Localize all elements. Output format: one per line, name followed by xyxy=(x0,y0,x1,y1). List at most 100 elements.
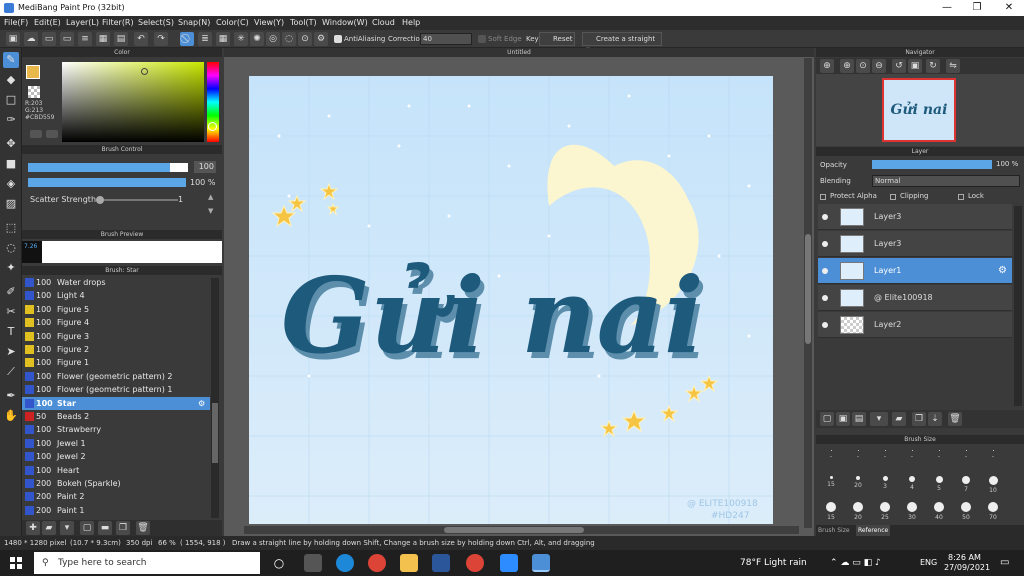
brush-size-value[interactable]: 100 xyxy=(194,161,216,173)
brush-opacity-slider[interactable] xyxy=(28,178,186,187)
brush-list-item[interactable]: 100 Water drops xyxy=(22,276,210,289)
operation-tool-icon[interactable]: ➤ xyxy=(3,344,19,360)
scatter-handle[interactable] xyxy=(96,196,104,204)
layer-opacity-slider[interactable] xyxy=(872,160,992,169)
language-indicator[interactable]: ENG xyxy=(920,550,937,576)
brush-size-cell[interactable]: 7 xyxy=(953,472,979,496)
add-layer-menu-icon[interactable]: ▾ xyxy=(870,412,888,426)
brush-size-cell[interactable]: - xyxy=(980,446,1006,470)
lock-checkbox[interactable] xyxy=(958,194,964,200)
hand-tool-icon[interactable]: ✋ xyxy=(3,408,19,424)
notification-icon[interactable]: ▭ xyxy=(1000,550,1009,576)
delete-layer-icon[interactable]: 🗑 xyxy=(948,412,962,426)
brush-size-cell[interactable]: 30 xyxy=(899,498,925,522)
color-eyedrop-icon[interactable] xyxy=(46,130,58,138)
scroll-up-icon[interactable]: ▲ xyxy=(208,193,213,201)
brush-size-slider[interactable] xyxy=(28,163,188,172)
brush-list-scrollbar[interactable] xyxy=(211,278,219,518)
magic-wand-icon[interactable]: ✦ xyxy=(3,260,19,276)
new-halftone-layer-icon[interactable]: ▣ xyxy=(836,412,850,426)
layer-settings-gear-icon[interactable]: ⚙ xyxy=(998,258,1007,284)
undo-icon[interactable]: ↶ xyxy=(134,32,148,46)
color-sv-picker[interactable] xyxy=(62,62,204,142)
windows-start-icon[interactable] xyxy=(10,557,22,569)
protect-alpha-checkbox[interactable] xyxy=(820,194,826,200)
brush-list-item[interactable]: 200 Bokeh (Sparkle) xyxy=(22,477,210,490)
layer-row[interactable]: Layer3 xyxy=(818,204,1012,230)
comment-icon[interactable]: ▭ xyxy=(42,32,56,46)
close-button[interactable]: ✕ xyxy=(994,0,1024,16)
edge-icon[interactable] xyxy=(336,554,354,572)
layer-merge-icon[interactable]: ⇣ xyxy=(928,412,942,426)
layer-row[interactable]: Layer3 xyxy=(818,231,1012,257)
maximize-button[interactable]: ❐ xyxy=(962,0,992,16)
layer-visibility-icon[interactable] xyxy=(822,268,828,274)
brush-list-item[interactable]: 100 Jewel 2 xyxy=(22,450,210,463)
brush-size-cell[interactable]: 20 xyxy=(845,472,871,496)
menu-cloud[interactable]: Cloud xyxy=(372,16,395,30)
blending-select[interactable]: Normal xyxy=(872,175,1020,187)
menu-file[interactable]: File(F) xyxy=(4,16,28,30)
move-tool-icon[interactable]: ✥ xyxy=(3,136,19,152)
correction-select[interactable]: 40 xyxy=(420,33,472,45)
select-eraser-icon[interactable]: ✂ xyxy=(3,304,19,320)
menu-help[interactable]: Help xyxy=(402,16,420,30)
chrome-profile-icon[interactable] xyxy=(466,554,484,572)
brush-size-cell[interactable]: 40 xyxy=(926,498,952,522)
brush-tool-icon[interactable]: ✎ xyxy=(3,52,19,68)
brush-list-item[interactable]: 200 Paint 2 xyxy=(22,490,210,503)
bucket-tool-icon[interactable]: ◈ xyxy=(3,176,19,192)
layer-row[interactable]: Layer2 xyxy=(818,312,1012,338)
drawing-canvas[interactable]: Gửi nai Gửi nai @ ELITE100918 #HD247 xyxy=(249,76,773,524)
delete-brush-icon[interactable]: 🗑 xyxy=(136,521,150,535)
brush-list-item[interactable]: 100 Heart xyxy=(22,464,210,477)
layer-row[interactable]: Layer1 ⚙ xyxy=(818,258,1012,284)
pen-tool-icon[interactable]: ✑ xyxy=(3,112,19,128)
save-icon[interactable]: ▤ xyxy=(114,32,128,46)
grid-icon[interactable]: ▦ xyxy=(96,32,110,46)
menu-view[interactable]: View(Y) xyxy=(254,16,284,30)
brush-size-cell[interactable]: 15 xyxy=(818,472,844,496)
brush-list-item[interactable]: 100 Figure 1 xyxy=(22,356,210,369)
brush-duplicate-icon[interactable]: ❐ xyxy=(116,521,130,535)
brush-size-cell[interactable]: - xyxy=(818,446,844,470)
snap-perspective-icon[interactable]: ⊙ xyxy=(298,32,312,46)
task-view-icon[interactable]: ○ xyxy=(270,554,288,572)
brush-size-cell[interactable]: 3 xyxy=(872,472,898,496)
brush-list-item[interactable]: 100 Figure 5 xyxy=(22,303,210,316)
brush-size-cell[interactable]: - xyxy=(845,446,871,470)
brush-list-item[interactable]: 200 Paint 1 xyxy=(22,504,210,517)
snap-grid-icon[interactable]: ▦ xyxy=(216,32,230,46)
zoom-in-icon[interactable]: ⊕ xyxy=(840,59,854,73)
brush-size-cell[interactable]: - xyxy=(899,446,925,470)
clock-date[interactable]: 27/09/2021 xyxy=(944,563,990,573)
menu-tool[interactable]: Tool(T) xyxy=(290,16,317,30)
layer-scrollbar[interactable] xyxy=(1014,206,1022,406)
flip-icon[interactable]: ⇋ xyxy=(946,59,960,73)
color-hue-bar[interactable] xyxy=(207,62,219,142)
layer-folder-icon[interactable]: ▰ xyxy=(892,412,906,426)
menu-color[interactable]: Color(C) xyxy=(216,16,249,30)
tab-reference[interactable]: Reference xyxy=(856,525,891,536)
fit-window-icon[interactable]: ▣ xyxy=(908,59,922,73)
lasso-tool-icon[interactable]: ◌ xyxy=(3,240,19,256)
brush-list-item[interactable]: 100 Figure 2 xyxy=(22,343,210,356)
layer-visibility-icon[interactable] xyxy=(822,241,828,247)
tab-brush-size[interactable]: Brush Size xyxy=(818,525,850,536)
file-explorer-icon[interactable] xyxy=(400,554,418,572)
gradient-tool-icon[interactable]: ▨ xyxy=(3,196,19,212)
brush-folder-icon[interactable]: ▰ xyxy=(42,521,56,535)
rect-tool-icon[interactable]: □ xyxy=(3,92,19,108)
brush-size-cell[interactable]: 15 xyxy=(818,498,844,522)
canvas-hscroll[interactable] xyxy=(244,526,799,534)
brush-list-item[interactable]: 100 Figure 4 xyxy=(22,316,210,329)
snap-parallel-icon[interactable]: ≣ xyxy=(198,32,212,46)
snap-cross-icon[interactable]: ✳ xyxy=(234,32,248,46)
clipping-checkbox[interactable] xyxy=(890,194,896,200)
menu-window[interactable]: Window(W) xyxy=(322,16,368,30)
brush-size-cell[interactable]: 20 xyxy=(845,498,871,522)
brush-folder2-icon[interactable]: ▬ xyxy=(98,521,112,535)
canvas-hscroll-thumb[interactable] xyxy=(444,527,584,533)
list-icon[interactable]: ≡ xyxy=(78,32,92,46)
add-brush-icon[interactable]: ✚ xyxy=(26,521,40,535)
